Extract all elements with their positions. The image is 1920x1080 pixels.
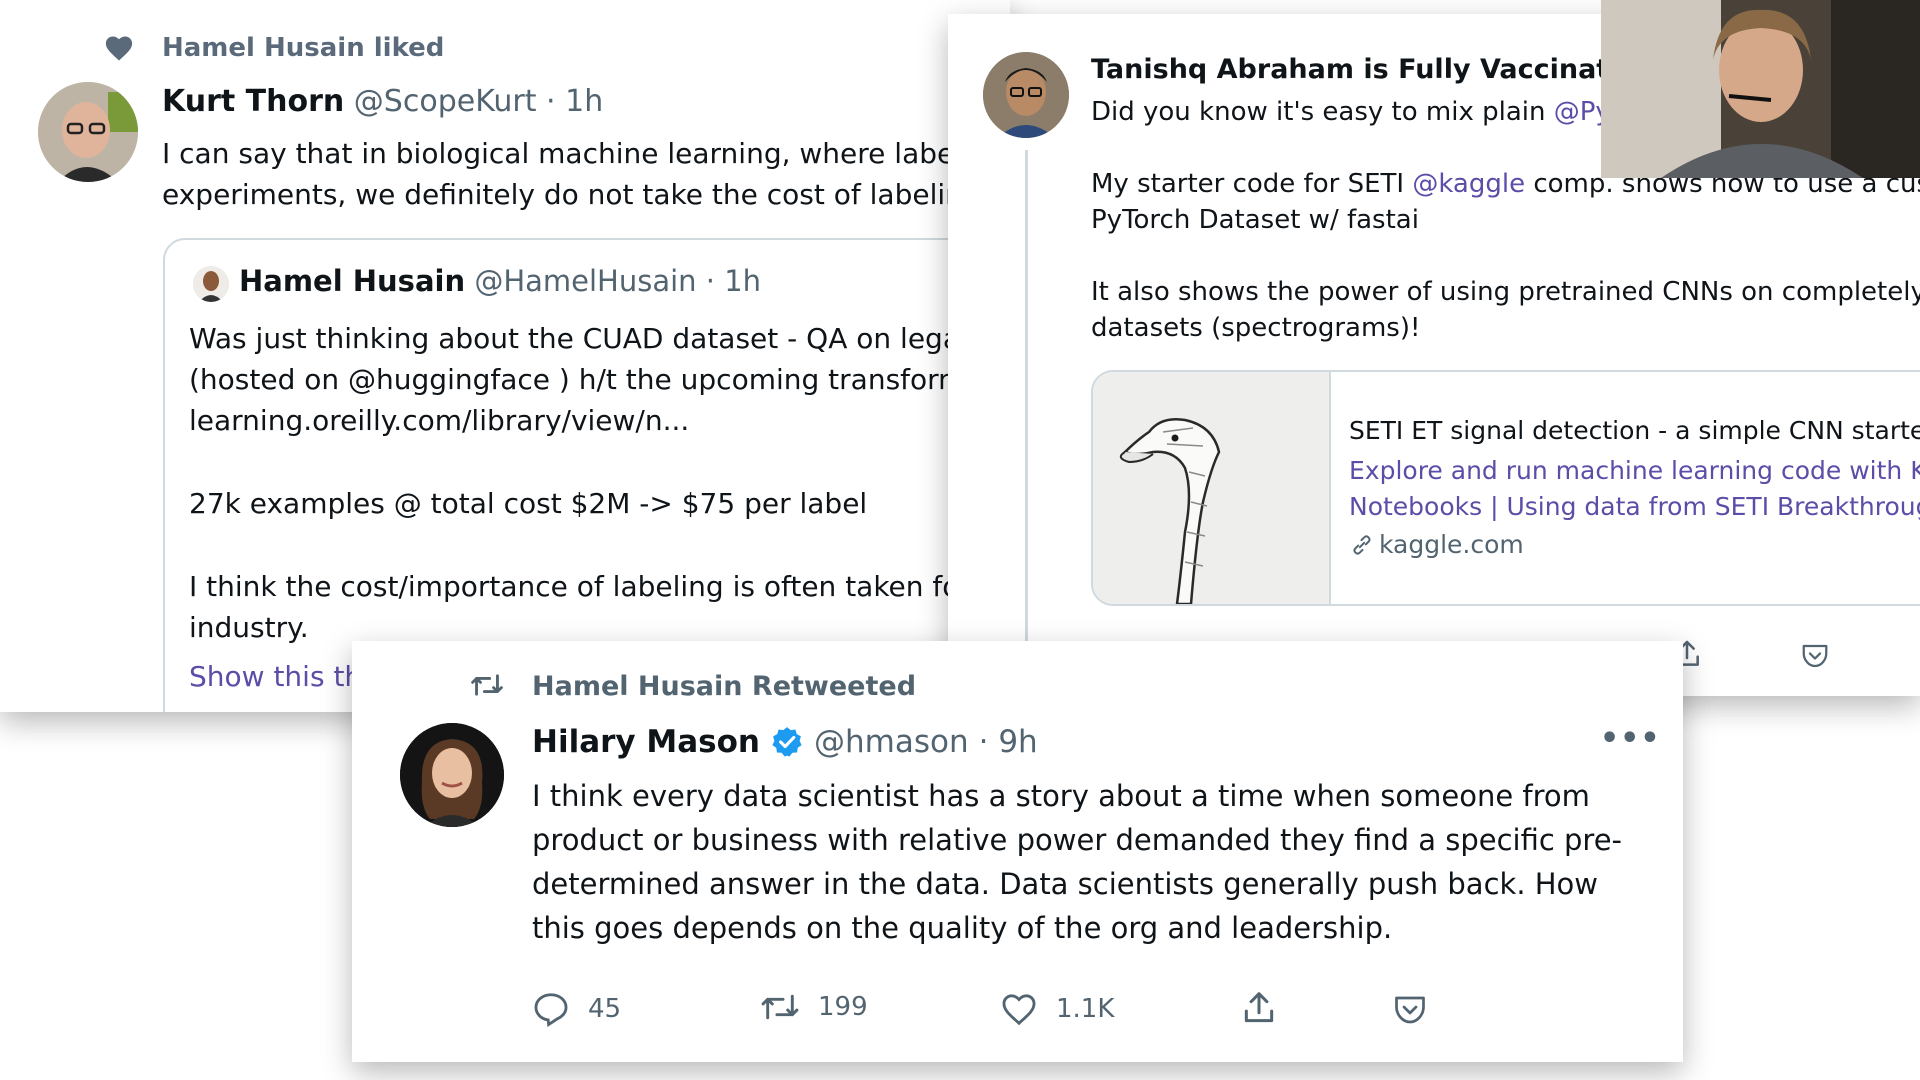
quoted-text-line: 27k examples @ total cost $2M -> $75 per… [189, 487, 868, 520]
author-name[interactable]: Hilary Mason [532, 724, 760, 760]
pocket-icon [1800, 642, 1830, 670]
domain-text: kaggle.com [1379, 530, 1524, 559]
context-label: Hamel Husain liked [162, 33, 445, 63]
like-count: 1.1K [1056, 994, 1115, 1024]
tweet-header: Hilary Mason @hmason · 9h [532, 724, 1038, 760]
reply-action[interactable]: 45 [532, 991, 621, 1027]
tweet-text-line: datasets (spectrograms)! [1091, 313, 1421, 343]
text-segment: Did you know it's easy to mix plain [1091, 97, 1554, 127]
goose-thumbnail [1093, 372, 1331, 604]
quoted-author-name: Hamel Husain [239, 264, 466, 298]
quoted-text-line: learning.oreilly.com/library/view/n... [189, 404, 690, 437]
author-name[interactable]: Kurt Thorn [162, 84, 344, 119]
avatar-tanishq[interactable] [983, 52, 1069, 138]
tweet-text-line: this goes depends on the quality of the … [532, 911, 1393, 945]
retweet-count: 199 [818, 992, 868, 1022]
retweet-icon [760, 991, 800, 1023]
heart-icon [1000, 991, 1038, 1027]
link-preview-desc: Explore and run machine learning code wi… [1349, 456, 1920, 485]
more-options-icon[interactable]: ••• [1600, 721, 1661, 756]
reply-count: 45 [588, 994, 622, 1024]
tweet-text-line: experiments, we definitely do not take t… [162, 178, 963, 211]
author-name[interactable]: Tanishq Abraham is Fully Vaccinated [1091, 54, 1647, 85]
pocket-icon [1392, 993, 1428, 1027]
link-preview-desc: Notebooks | Using data from SETI Breakth… [1349, 492, 1920, 521]
mention-kaggle-link[interactable]: @kaggle [1412, 169, 1525, 199]
tweet-header: Tanishq Abraham is Fully Vaccinated 😷 [1091, 54, 1684, 85]
quoted-text-line: Was just thinking about the CUAD dataset… [189, 322, 960, 355]
tweet-text-line: I think every data scientist has a story… [532, 779, 1590, 813]
reply-icon [532, 991, 570, 1027]
like-action[interactable]: 1.1K [1000, 991, 1114, 1027]
heart-filled-icon [104, 34, 134, 62]
link-preview-domain: kaggle.com [1349, 530, 1524, 559]
share-icon [1240, 989, 1278, 1027]
quoted-text-line: industry. [189, 611, 309, 644]
retweet-context-icon [470, 671, 504, 699]
tweet-time[interactable]: · 9h [979, 724, 1038, 760]
tweet-text-line: determined answer in the data. Data scie… [532, 867, 1599, 901]
tweet-text-line: PyTorch Dataset w/ fastai [1091, 205, 1419, 235]
tweet-text-line: product or business with relative power … [532, 823, 1623, 857]
verified-badge-icon [770, 725, 804, 759]
author-handle[interactable]: @hmason [814, 724, 969, 760]
pocket-action[interactable] [1800, 642, 1830, 670]
show-thread-link[interactable]: Show this th [189, 660, 362, 693]
tweet-text-line: It also shows the power of using pretrai… [1091, 277, 1920, 307]
quoted-text-line: I think the cost/importance of labeling … [189, 570, 960, 603]
retweet-action[interactable]: 199 [760, 991, 868, 1023]
tweet-card-hilary-mason: Hamel Husain Retweeted Hilary Mason @hma… [352, 641, 1683, 1062]
tweet-time[interactable]: · 1h [546, 84, 603, 119]
tweet-card-kurt-thorn: Hamel Husain liked Kurt Thorn @ScopeKurt… [0, 0, 1010, 712]
tweet-header: Kurt Thorn @ScopeKurt · 1h [162, 84, 603, 119]
quoted-header: Hamel Husain @HamelHusain · 1h [239, 264, 761, 298]
quoted-text-line: (hosted on @huggingface ) h/t the upcomi… [189, 363, 966, 396]
webcam-video-overlay [1601, 0, 1920, 178]
share-action[interactable] [1240, 989, 1278, 1027]
link-preview-title: SETI ET signal detection - a simple CNN … [1349, 416, 1920, 445]
thread-line [1025, 150, 1028, 690]
author-handle[interactable]: @ScopeKurt [354, 84, 537, 119]
quoted-author-handle: @HamelHusain [474, 264, 697, 298]
link-icon [1349, 532, 1375, 558]
tweet-text-line: Did you know it's easy to mix plain @PyT… [1091, 97, 1649, 127]
context-label: Hamel Husain Retweeted [532, 671, 917, 702]
quoted-time: · 1h [705, 264, 762, 298]
pocket-action[interactable] [1392, 993, 1428, 1027]
avatar-hilary-mason[interactable] [400, 723, 504, 827]
tweet-text-line: I can say that in biological machine lea… [162, 137, 970, 170]
avatar-hamel-husain [193, 266, 229, 302]
text-segment: My starter code for SETI [1091, 169, 1413, 199]
link-preview-card[interactable]: SETI ET signal detection - a simple CNN … [1091, 370, 1920, 606]
avatar-kurt-thorn[interactable] [38, 82, 138, 182]
